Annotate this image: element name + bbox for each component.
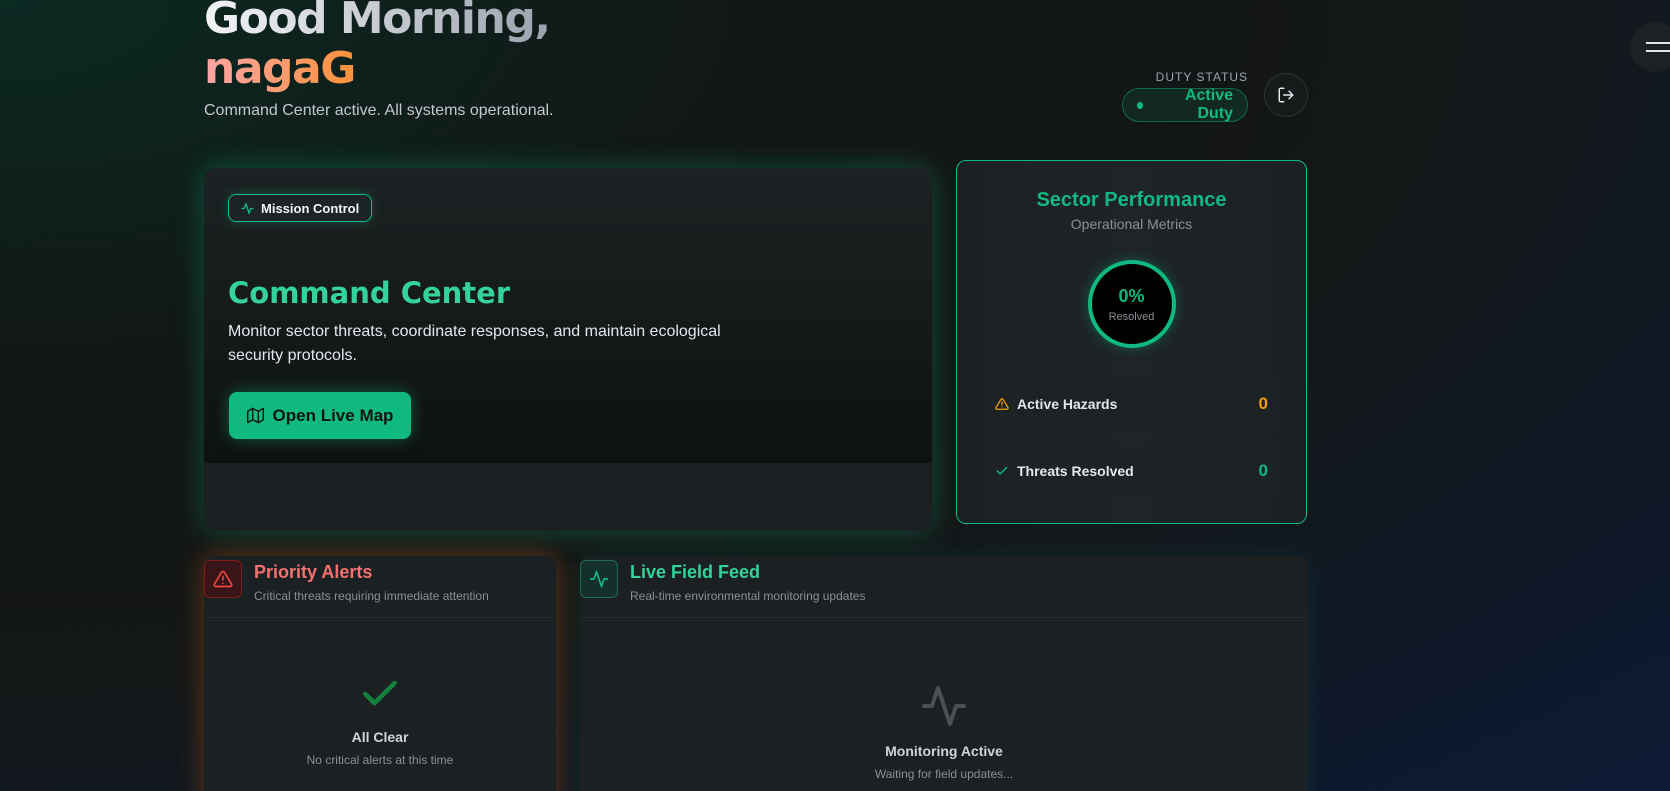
live-field-feed-title: Live Field Feed: [630, 562, 761, 582]
active-hazards-stat: Active Hazards 0: [983, 379, 1280, 429]
all-clear-title: All Clear: [351, 729, 409, 745]
mission-control-badge-label: Mission Control: [261, 200, 360, 216]
pulse-icon: [922, 686, 966, 726]
resolved-percent: 0%: [1118, 285, 1145, 306]
priority-alerts-subtitle: Critical threats requiring immediate att…: [254, 589, 489, 603]
active-hazards-label: Active Hazards: [1017, 396, 1118, 412]
check-icon: [363, 680, 397, 706]
priority-alerts-empty-state: All Clear No critical alerts at this tim…: [204, 672, 556, 767]
greeting-title: Good Morning, nagaG: [204, 0, 553, 94]
alert-triangle-icon: [213, 570, 233, 588]
mission-control-badge: Mission Control: [228, 194, 373, 222]
threats-resolved-value: 0: [1258, 461, 1268, 480]
duty-status-label: DUTY STATUS: [1155, 70, 1248, 84]
duty-status-text: Active Duty: [1184, 87, 1233, 122]
greeting-section: Good Morning, nagaG Command Center activ…: [204, 0, 553, 120]
monitoring-active-title: Monitoring Active: [885, 743, 1003, 759]
threats-resolved-label: Threats Resolved: [1017, 463, 1134, 479]
threats-resolved-stat: Threats Resolved 0: [983, 446, 1280, 496]
hamburger-icon: [1646, 42, 1670, 44]
activity-icon: [589, 570, 609, 588]
priority-alerts-title: Priority Alerts: [254, 562, 373, 582]
logout-button[interactable]: [1264, 73, 1308, 117]
greeting-text: Good Morning,: [204, 0, 551, 44]
username: nagaG: [204, 43, 356, 94]
feed-icon-box: [580, 560, 618, 598]
status-dot-icon: [1137, 101, 1144, 109]
sector-performance-title: Sector Performance: [1036, 189, 1227, 211]
active-hazards-value: 0: [1258, 394, 1268, 413]
live-field-feed-subtitle: Real-time environmental monitoring updat…: [630, 589, 866, 603]
priority-alerts-card: Priority Alerts Critical threats requiri…: [204, 556, 556, 791]
live-field-feed-header: Live Field Feed Real-time environmental …: [580, 560, 865, 603]
open-live-map-label: Open Live Map: [272, 405, 394, 425]
all-clear-description: No critical alerts at this time: [306, 753, 454, 767]
mission-control-card: Mission Control Command Center Monitor s…: [204, 168, 932, 531]
map-icon: [246, 407, 264, 424]
resolved-percent-ring: 0% Resolved: [1087, 260, 1176, 348]
hamburger-icon-line: [1646, 50, 1670, 52]
resolved-label: Resolved: [1108, 310, 1155, 323]
duty-status: DUTY STATUS Active Duty: [1122, 70, 1248, 122]
check-icon: [996, 466, 1008, 475]
live-field-feed-empty-state: Monitoring Active Waiting for field upda…: [580, 682, 1308, 781]
logout-icon: [1278, 87, 1294, 103]
command-center-title: Command Center: [228, 276, 511, 310]
duty-status-badge[interactable]: Active Duty: [1122, 87, 1248, 122]
mission-control-hero: Mission Control Command Center Monitor s…: [204, 168, 932, 463]
command-center-description: Monitor sector threats, coordinate respo…: [228, 323, 721, 364]
menu-button[interactable]: [1630, 22, 1670, 72]
priority-alerts-divider: [204, 617, 556, 618]
warning-triangle-icon: [995, 398, 1009, 410]
live-field-feed-divider: [580, 617, 1308, 618]
system-status-line: Command Center active. All systems opera…: [204, 102, 554, 119]
monitoring-active-description: Waiting for field updates...: [874, 767, 1014, 781]
activity-icon: [241, 202, 254, 214]
alert-icon-box: [204, 560, 242, 598]
priority-alerts-header: Priority Alerts Critical threats requiri…: [204, 560, 489, 603]
open-live-map-button[interactable]: Open Live Map: [229, 392, 411, 439]
live-field-feed-card: Live Field Feed Real-time environmental …: [580, 556, 1308, 791]
sector-performance-subtitle: Operational Metrics: [1070, 216, 1193, 232]
sector-performance-card: Sector Performance Operational Metrics 0…: [956, 160, 1307, 524]
